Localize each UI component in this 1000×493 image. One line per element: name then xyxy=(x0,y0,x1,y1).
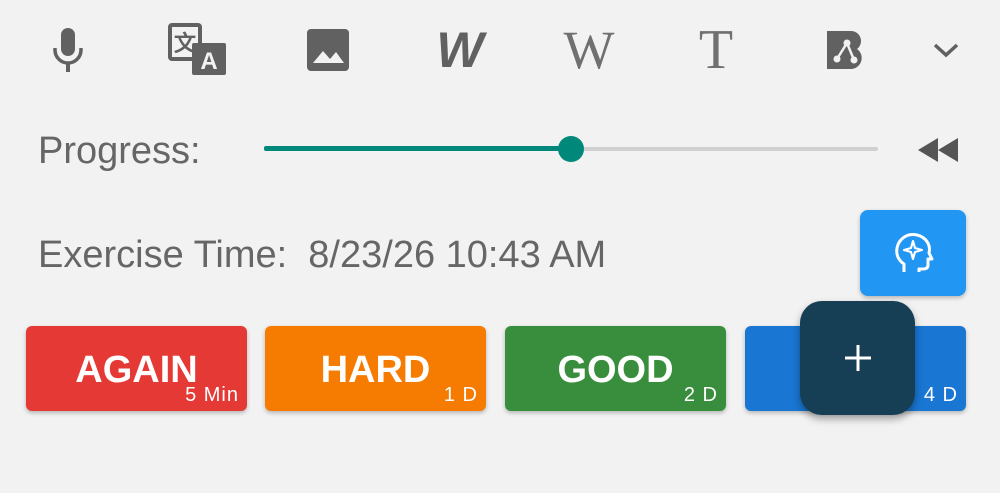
progress-slider[interactable] xyxy=(264,136,878,164)
again-button[interactable]: AGAIN 5 Min xyxy=(26,326,247,411)
add-fab-button[interactable] xyxy=(800,301,915,415)
bold-w-glyph: W xyxy=(436,22,483,78)
image-icon[interactable] xyxy=(298,22,358,78)
rewind-icon[interactable] xyxy=(914,130,962,170)
wikipedia-glyph: W xyxy=(563,20,615,80)
bold-w-icon[interactable]: W xyxy=(426,22,486,78)
exercise-time-value: 8/23/26 10:43 AM xyxy=(308,234,607,276)
head-sparkle-icon xyxy=(895,233,934,272)
slider-fill xyxy=(264,146,571,151)
exercise-time-label: Exercise Time: xyxy=(38,234,288,276)
answer-interval: 5 Min xyxy=(185,384,239,406)
svg-text:A: A xyxy=(200,48,217,75)
toolbar: 文 A W W T xyxy=(0,0,1000,100)
answer-interval: 1 D xyxy=(443,384,478,406)
plus-icon xyxy=(844,345,871,371)
hard-button[interactable]: HARD 1 D xyxy=(265,326,486,411)
microphone-icon[interactable] xyxy=(38,22,98,78)
serif-t-glyph: T xyxy=(698,19,734,81)
good-button[interactable]: GOOD 2 D xyxy=(505,326,726,411)
exercise-time-row: Exercise Time: 8/23/26 10:43 AM xyxy=(38,232,606,278)
node-b-icon[interactable] xyxy=(816,22,876,78)
answer-interval: 2 D xyxy=(683,384,718,406)
serif-t-icon[interactable]: T xyxy=(686,22,746,78)
brain-button[interactable] xyxy=(860,210,966,296)
wikipedia-icon[interactable]: W xyxy=(556,22,616,78)
translate-icon[interactable]: 文 A xyxy=(168,22,228,78)
chevron-down-icon[interactable] xyxy=(916,22,976,78)
answer-interval: 4 D xyxy=(923,384,958,406)
slider-thumb[interactable] xyxy=(558,136,584,162)
progress-label: Progress: xyxy=(38,130,201,172)
